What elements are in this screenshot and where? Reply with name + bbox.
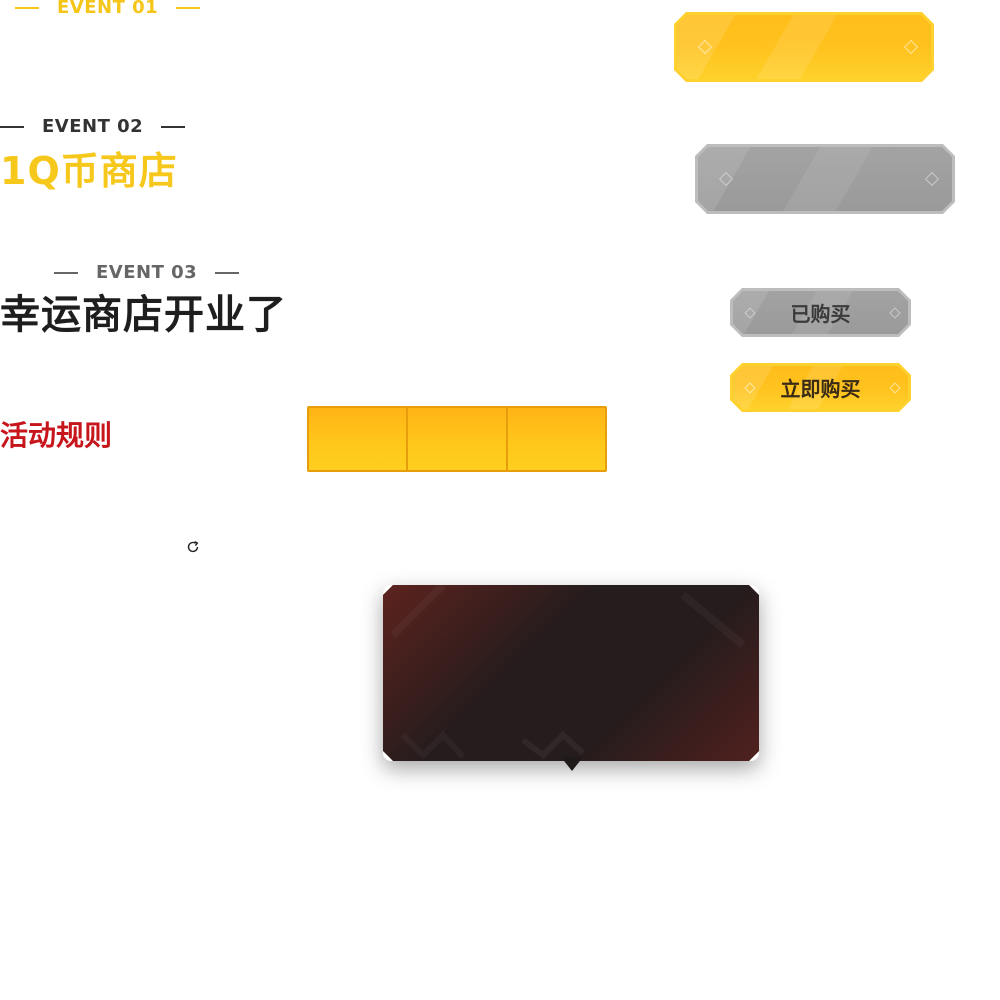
- tab-1[interactable]: [309, 408, 409, 470]
- tab-2[interactable]: [408, 408, 508, 470]
- q-coin-shop-title: 1Q币商店: [0, 149, 178, 193]
- header-dash-right: [161, 125, 186, 128]
- gray-button-large[interactable]: [695, 144, 955, 214]
- button-face: [698, 147, 952, 211]
- tooltip-pattern: [383, 585, 759, 761]
- header-dash-right: [176, 6, 201, 9]
- gold-button-large[interactable]: [674, 12, 934, 82]
- purchased-label: 已购买: [790, 302, 851, 326]
- lucky-shop-title: 幸运商店开业了: [0, 292, 287, 338]
- event-03-header: EVENT 03: [54, 262, 257, 283]
- header-dash-right: [215, 271, 240, 274]
- tooltip-panel: [383, 585, 759, 761]
- event-01-label: EVENT 01: [57, 0, 159, 18]
- tooltip-arrow: [561, 757, 583, 771]
- button-face: [677, 15, 931, 79]
- event-03-label: EVENT 03: [96, 262, 198, 283]
- purchased-button[interactable]: 已购买: [730, 288, 911, 337]
- event-02-label: EVENT 02: [42, 116, 144, 137]
- header-dash-left: [15, 6, 39, 9]
- buy-now-label: 立即购买: [780, 377, 861, 401]
- event-01-header: EVENT 01: [15, 0, 218, 18]
- header-dash-left: [0, 125, 24, 128]
- header-dash-left: [54, 271, 78, 274]
- activity-rules-link[interactable]: 活动规则: [0, 414, 112, 454]
- buy-now-button[interactable]: 立即购买: [730, 363, 911, 412]
- tab-3[interactable]: [507, 408, 605, 470]
- event-02-header: EVENT 02: [0, 116, 203, 137]
- refresh-icon[interactable]: [186, 539, 200, 553]
- tab-group: [307, 406, 607, 472]
